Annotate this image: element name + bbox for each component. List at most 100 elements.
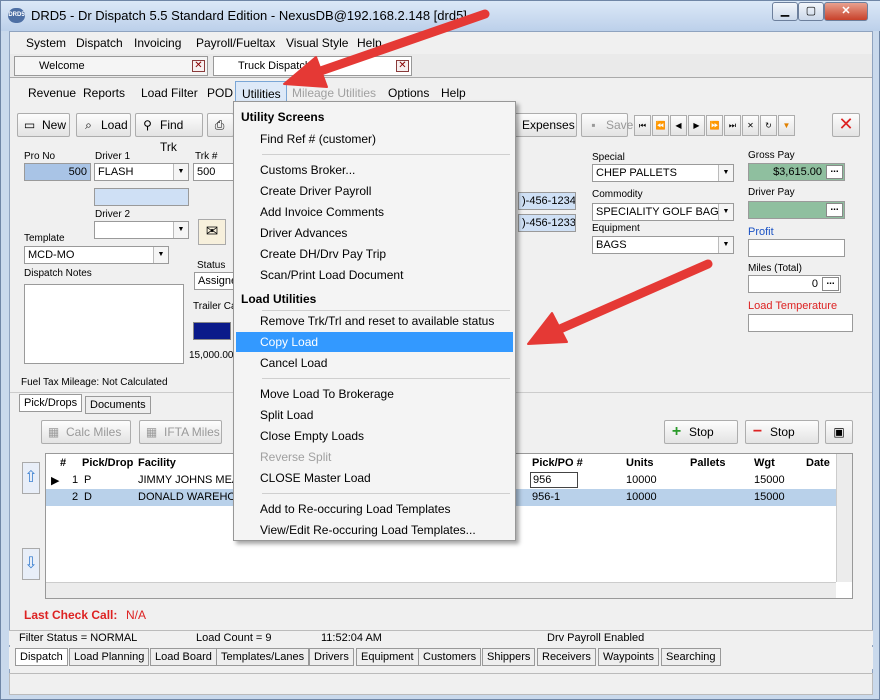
ifta-miles-button[interactable]: ▦ IFTA Miles (139, 420, 222, 444)
tab-templates-lanes[interactable]: Templates/Lanes (216, 648, 310, 666)
menu-item-create-dh-pay-trip[interactable]: Create DH/Drv Pay Trip (236, 244, 513, 264)
envelope-icon[interactable]: ✉ (198, 219, 226, 245)
ellipsis-icon[interactable]: ... (826, 203, 843, 217)
menu-item-cancel-load[interactable]: Cancel Load (236, 353, 513, 373)
menu-item-move-to-brokerage[interactable]: Move Load To Brokerage (236, 384, 513, 404)
tab-drivers[interactable]: Drivers (309, 648, 354, 666)
status-field[interactable]: Assigne (194, 272, 234, 290)
load-temperature-field[interactable] (748, 314, 853, 332)
tab-equipment[interactable]: Equipment (356, 648, 419, 666)
ellipsis-icon[interactable]: ... (822, 277, 839, 291)
menu-pod[interactable]: POD (207, 86, 233, 100)
close-button[interactable]: ✕ (824, 2, 868, 21)
delete-x-icon[interactable]: ✕ (832, 113, 860, 137)
menu-help[interactable]: Help (357, 36, 382, 50)
move-down-arrow-icon[interactable]: ⇩ (22, 548, 40, 580)
tab-welcome[interactable]: Welcome ✕ (14, 56, 208, 76)
menu-utilities[interactable]: Utilities (235, 81, 287, 103)
special-select[interactable]: CHEP PALLETS ▼ (592, 164, 734, 182)
close-tab-icon[interactable]: ✕ (192, 60, 205, 72)
nav-next-button[interactable]: ▶ (688, 115, 705, 136)
add-stop-button[interactable]: + Stop (664, 420, 738, 444)
driver2-select[interactable]: ▼ (94, 221, 189, 239)
menu-item-create-driver-payroll[interactable]: Create Driver Payroll (236, 181, 513, 201)
menu-invoicing[interactable]: Invoicing (134, 36, 181, 50)
minimize-button[interactable]: ▁ (772, 2, 798, 21)
nav-cancel-button[interactable]: ✕ (742, 115, 759, 136)
menu-mileage-utilities[interactable]: Mileage Utilities (292, 86, 376, 100)
tab-customers[interactable]: Customers (418, 648, 482, 666)
nav-prev-page-button[interactable]: ⏪ (652, 115, 669, 136)
menu-item-add-invoice-comments[interactable]: Add Invoice Comments (236, 202, 513, 222)
ellipsis-icon[interactable]: ... (826, 165, 843, 179)
driver-pay-field[interactable]: ... (748, 201, 845, 219)
print-button[interactable]: ⎙ (207, 113, 234, 137)
menu-item-find-ref[interactable]: Find Ref # (customer) (236, 129, 513, 149)
menu-dispatch[interactable]: Dispatch (76, 36, 123, 50)
menu-item-reverse-split[interactable]: Reverse Split (236, 447, 513, 467)
menu-item-split-load[interactable]: Split Load (236, 405, 513, 425)
menu-item-close-master-load[interactable]: CLOSE Master Load (236, 468, 513, 488)
menu-item-view-edit-reoccurring[interactable]: View/Edit Re-occuring Load Templates... (236, 520, 513, 540)
menu-item-close-empty-loads[interactable]: Close Empty Loads (236, 426, 513, 446)
nav-filter-button[interactable]: ▼ (778, 115, 795, 136)
menu-load-filter[interactable]: Load Filter (141, 86, 198, 100)
truck-field[interactable]: 500 (193, 163, 238, 181)
trailer-color-swatch[interactable] (193, 322, 231, 340)
horizontal-scrollbar[interactable] (46, 582, 836, 598)
menu-item-driver-advances[interactable]: Driver Advances (236, 223, 513, 243)
close-tab-icon[interactable]: ✕ (396, 60, 409, 72)
remove-stop-button[interactable]: − Stop (745, 420, 819, 444)
gross-pay-field[interactable]: $3,615.00... (748, 163, 845, 181)
nav-prev-button[interactable]: ◀ (670, 115, 687, 136)
tab-shippers[interactable]: Shippers (482, 648, 536, 666)
menu-visual-style[interactable]: Visual Style (286, 36, 348, 50)
menu-help-sub[interactable]: Help (441, 86, 466, 100)
nav-last-button[interactable]: ⏭ (724, 115, 741, 136)
expenses-button[interactable]: Expenses (513, 113, 577, 137)
equipment-select[interactable]: BAGS ▼ (592, 236, 734, 254)
nav-next-page-button[interactable]: ⏩ (706, 115, 723, 136)
menu-item-remove-trk-trl[interactable]: Remove Trk/Trl and reset to available st… (236, 311, 513, 331)
profit-field[interactable] (748, 239, 845, 257)
save-stops-button[interactable]: ▣ (825, 420, 853, 444)
tab-truck-dispatch[interactable]: Truck Dispatch ✕ (213, 56, 412, 76)
move-up-arrow-icon[interactable]: ⇧ (22, 462, 40, 494)
save-button[interactable]: ▪ Save (581, 113, 633, 137)
template-select[interactable]: MCD-MO ▼ (24, 246, 169, 264)
menu-revenue[interactable]: Revenue (28, 86, 76, 100)
menu-reports[interactable]: Reports (83, 86, 125, 100)
tab-documents[interactable]: Documents (85, 396, 151, 414)
tab-receivers[interactable]: Receivers (537, 648, 596, 666)
menu-item-copy-load[interactable]: Copy Load (236, 332, 513, 352)
tab-dispatch[interactable]: Dispatch (15, 648, 68, 666)
new-button[interactable]: ▭ New (17, 113, 70, 137)
vertical-scrollbar[interactable] (836, 454, 852, 582)
pro-no-field[interactable]: 500 (24, 163, 91, 181)
tab-waypoints[interactable]: Waypoints (598, 648, 659, 666)
load-button[interactable]: ⌕ Load (76, 113, 131, 137)
calc-miles-button[interactable]: ▦ Calc Miles (41, 420, 131, 444)
menu-payroll[interactable]: Payroll/Fueltax (196, 36, 275, 50)
phone-field-1[interactable]: )-456-1234 (518, 192, 576, 210)
menu-item-add-reoccurring[interactable]: Add to Re-occuring Load Templates (236, 499, 513, 519)
menu-options[interactable]: Options (388, 86, 429, 100)
commodity-select[interactable]: SPECIALITY GOLF BAGS ▼ (592, 203, 734, 221)
phone-field-2[interactable]: )-456-1233 (518, 214, 576, 232)
tab-load-planning[interactable]: Load Planning (69, 648, 150, 666)
dispatch-notes-textarea[interactable] (24, 284, 184, 364)
menu-system[interactable]: System (26, 36, 66, 50)
find-truck-button[interactable]: ⚲ Find Trk (135, 113, 203, 154)
tab-pick-drops[interactable]: Pick/Drops (19, 394, 83, 412)
nav-refresh-button[interactable]: ↻ (760, 115, 777, 136)
nav-first-button[interactable]: ⏮ (634, 115, 651, 136)
menu-item-customs-broker[interactable]: Customs Broker... (236, 160, 513, 180)
row-po-input[interactable]: 956 (530, 472, 578, 488)
tab-searching[interactable]: Searching (661, 648, 721, 666)
miles-field[interactable]: 0... (748, 275, 841, 293)
profit-label[interactable]: Profit (748, 226, 774, 238)
tab-load-board[interactable]: Load Board (150, 648, 217, 666)
driver1-select[interactable]: FLASH ▼ (94, 163, 189, 181)
maximize-button[interactable]: ▢ (798, 2, 824, 21)
driver1-extra-field[interactable] (94, 188, 189, 206)
